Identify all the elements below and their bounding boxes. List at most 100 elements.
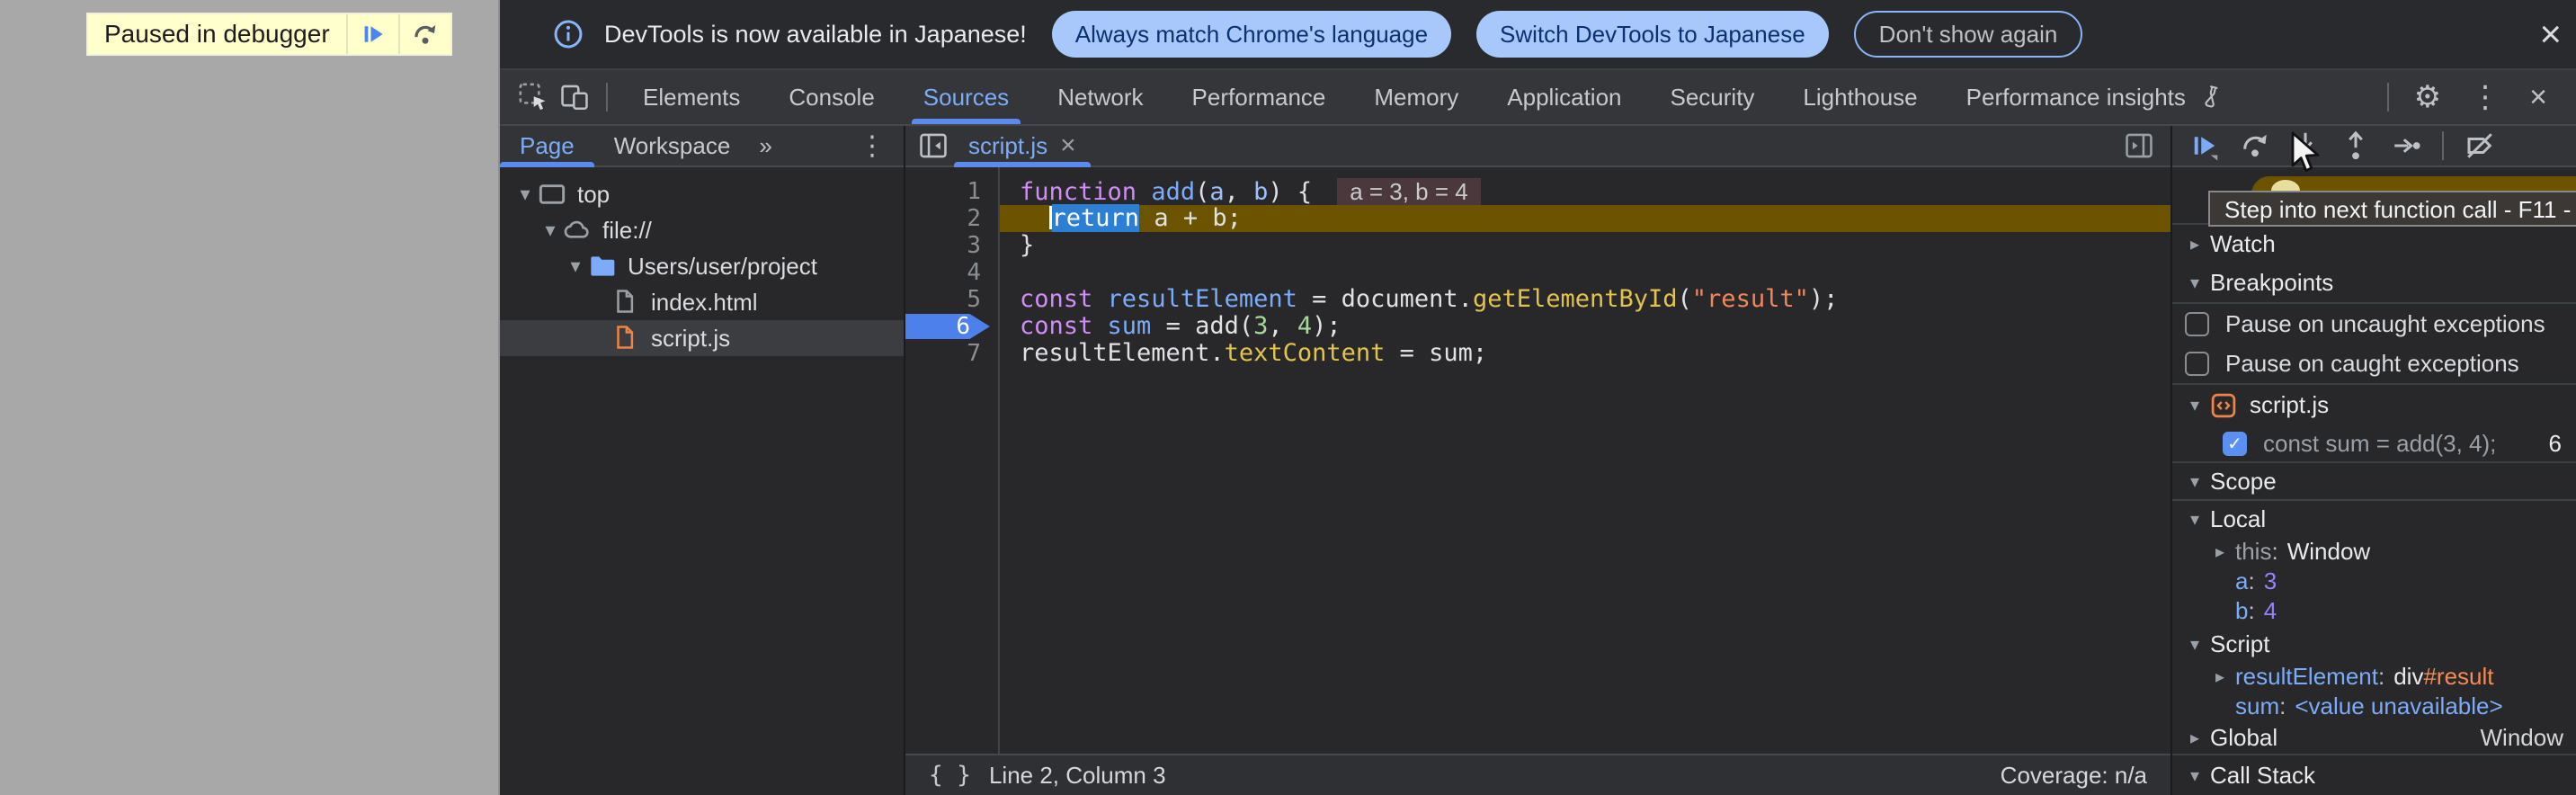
gutter-line-6[interactable]: 6 bbox=[905, 313, 998, 340]
paused-line-badge[interactable]: 6 bbox=[905, 314, 990, 339]
info-icon bbox=[552, 18, 584, 50]
step-into-button[interactable] bbox=[2280, 126, 2331, 165]
infobar-close-icon[interactable]: × bbox=[2539, 15, 2562, 53]
section-scope[interactable]: ▾ Scope bbox=[2172, 461, 2576, 501]
tab-application[interactable]: Application bbox=[1483, 70, 1645, 124]
tab-sources[interactable]: Sources bbox=[899, 70, 1033, 124]
more-options-icon[interactable]: ⋮ bbox=[2470, 79, 2500, 115]
resume-button[interactable] bbox=[2179, 126, 2230, 165]
js-badge-icon bbox=[2210, 392, 2237, 419]
inspect-element-button[interactable] bbox=[513, 76, 554, 118]
expand-arrow-icon[interactable]: ▾ bbox=[538, 219, 563, 242]
tab-workspace[interactable]: Workspace bbox=[594, 126, 751, 165]
tab-performance-insights[interactable]: Performance insights bbox=[1942, 70, 2248, 124]
tab-network[interactable]: Network bbox=[1033, 70, 1167, 124]
scope-local-header[interactable]: ▾ Local bbox=[2172, 501, 2576, 537]
more-tabs-icon[interactable]: » bbox=[759, 132, 771, 160]
dont-show-again-button[interactable]: Don't show again bbox=[1854, 11, 2083, 58]
tab-memory[interactable]: Memory bbox=[1350, 70, 1483, 124]
pause-uncaught-row[interactable]: Pause on uncaught exceptions bbox=[2172, 304, 2576, 344]
editor-tab-script-js[interactable]: script.js × bbox=[954, 126, 1091, 165]
chevron-down-icon[interactable]: ▾ bbox=[2179, 764, 2210, 787]
checkbox-unchecked[interactable] bbox=[2185, 352, 2209, 376]
expand-arrow-icon[interactable]: ▾ bbox=[563, 255, 588, 278]
chevron-down-icon[interactable]: ▾ bbox=[2179, 508, 2210, 531]
chevron-right-icon[interactable]: ▸ bbox=[2179, 233, 2210, 255]
breakpoint-entry[interactable]: ✓ const sum = add(3, 4); 6 bbox=[2172, 425, 2576, 461]
debugger-sidebar: Step into next function call - F11 - ⌘ ;… bbox=[2170, 126, 2576, 795]
gutter-line-5[interactable]: 5 bbox=[905, 286, 998, 313]
chevron-down-icon[interactable]: ▾ bbox=[2179, 394, 2210, 416]
chevron-right-icon[interactable]: ▸ bbox=[2205, 665, 2235, 688]
scope-var-this[interactable]: ▸ this: Window bbox=[2172, 537, 2576, 567]
editor-pane: script.js × 1 function add(a, b) {a = 3,… bbox=[905, 126, 2170, 795]
gutter-line-7[interactable]: 7 bbox=[905, 340, 998, 367]
close-devtools-icon[interactable]: × bbox=[2529, 80, 2547, 115]
breakpoint-file-group[interactable]: ▾ script.js bbox=[2172, 385, 2576, 425]
gutter-line-3[interactable]: 3 bbox=[905, 232, 998, 259]
scope-var-resultelement[interactable]: ▸ resultElement: div#result bbox=[2172, 662, 2576, 692]
toggle-navigator-button[interactable] bbox=[913, 125, 954, 166]
tab-security[interactable]: Security bbox=[1646, 70, 1779, 124]
gutter-line-1[interactable]: 1 bbox=[905, 178, 998, 205]
section-watch[interactable]: ▸ Watch bbox=[2172, 223, 2576, 263]
step-out-button[interactable] bbox=[2331, 126, 2381, 165]
debugger-toolbar bbox=[2172, 126, 2576, 167]
scope-var-a[interactable]: a: 3 bbox=[2172, 567, 2576, 596]
tab-lighthouse[interactable]: Lighthouse bbox=[1778, 70, 1941, 124]
close-tab-icon[interactable]: × bbox=[1060, 130, 1076, 161]
editor-tab-strip: script.js × bbox=[905, 126, 2170, 167]
deactivate-breakpoints-button[interactable] bbox=[2455, 126, 2505, 165]
scope-var-sum[interactable]: sum: <value unavailable> bbox=[2172, 692, 2576, 721]
chevron-down-icon[interactable]: ▾ bbox=[2179, 633, 2210, 656]
pretty-print-icon[interactable]: { } bbox=[929, 762, 971, 789]
collapse-right-icon bbox=[2124, 130, 2154, 161]
tree-item-file-protocol[interactable]: ▾ file:// bbox=[500, 212, 904, 248]
toggle-debugger-sidebar-button[interactable] bbox=[2118, 125, 2160, 166]
tree-item-index-html[interactable]: index.html bbox=[500, 284, 904, 320]
tab-page[interactable]: Page bbox=[500, 126, 594, 165]
deactivate-breakpoints-icon bbox=[2464, 130, 2496, 162]
gutter-line-4[interactable]: 4 bbox=[905, 259, 998, 286]
toolbar-separator bbox=[2442, 131, 2444, 160]
switch-to-japanese-button[interactable]: Switch DevTools to Japanese bbox=[1476, 11, 1829, 58]
step-button[interactable] bbox=[2381, 126, 2431, 165]
section-breakpoints[interactable]: ▾ Breakpoints bbox=[2172, 263, 2576, 304]
tree-item-project-folder[interactable]: ▾ Users/user/project bbox=[500, 248, 904, 284]
tree-item-script-js[interactable]: script.js bbox=[500, 320, 904, 356]
section-call-stack[interactable]: ▾ Call Stack bbox=[2172, 755, 2576, 795]
chevron-right-icon[interactable]: ▸ bbox=[2205, 540, 2235, 563]
navigator-menu-icon[interactable]: ⋮ bbox=[859, 130, 886, 162]
code-line-7: 7 resultElement.textContent = sum; bbox=[905, 340, 2170, 367]
editor-status-bar: { } Line 2, Column 3 Coverage: n/a bbox=[905, 754, 2170, 795]
step-over-button[interactable] bbox=[398, 14, 450, 54]
tab-performance[interactable]: Performance bbox=[1168, 70, 1350, 124]
scope-script-header[interactable]: ▾ Script bbox=[2172, 626, 2576, 662]
chevron-down-icon[interactable]: ▾ bbox=[2179, 272, 2210, 294]
tab-elements[interactable]: Elements bbox=[619, 70, 764, 124]
scope-global-header[interactable]: ▸ Global Window bbox=[2172, 721, 2576, 755]
frame-icon bbox=[538, 180, 566, 209]
step-over-button[interactable] bbox=[2230, 126, 2280, 165]
device-toolbar-icon bbox=[559, 82, 590, 112]
always-match-language-button[interactable]: Always match Chrome's language bbox=[1052, 11, 1451, 58]
step-over-icon bbox=[412, 21, 439, 48]
scope-var-b[interactable]: b: 4 bbox=[2172, 596, 2576, 626]
navigator-pane: Page Workspace » ⋮ ▾ top ▾ file:// ▾ bbox=[500, 126, 905, 795]
expand-arrow-icon[interactable]: ▾ bbox=[513, 183, 538, 206]
code-editor[interactable]: 1 function add(a, b) {a = 3, b = 4 2 ret… bbox=[905, 167, 2170, 754]
tab-console[interactable]: Console bbox=[764, 70, 898, 124]
device-toolbar-button[interactable] bbox=[554, 76, 595, 118]
resume-script-button[interactable] bbox=[346, 14, 398, 54]
cursor-position-label: Line 2, Column 3 bbox=[989, 762, 1166, 790]
flask-icon bbox=[2197, 84, 2224, 111]
settings-gear-icon[interactable]: ⚙ bbox=[2414, 79, 2441, 115]
chevron-down-icon[interactable]: ▾ bbox=[2179, 470, 2210, 493]
tree-item-top[interactable]: ▾ top bbox=[500, 176, 904, 212]
checkbox-checked[interactable]: ✓ bbox=[2223, 432, 2247, 456]
page-background: Paused in debugger bbox=[0, 0, 500, 795]
gutter-line-2[interactable]: 2 bbox=[905, 205, 998, 232]
checkbox-unchecked[interactable] bbox=[2185, 312, 2209, 336]
chevron-right-icon[interactable]: ▸ bbox=[2179, 727, 2210, 749]
pause-caught-row[interactable]: Pause on caught exceptions bbox=[2172, 344, 2576, 385]
